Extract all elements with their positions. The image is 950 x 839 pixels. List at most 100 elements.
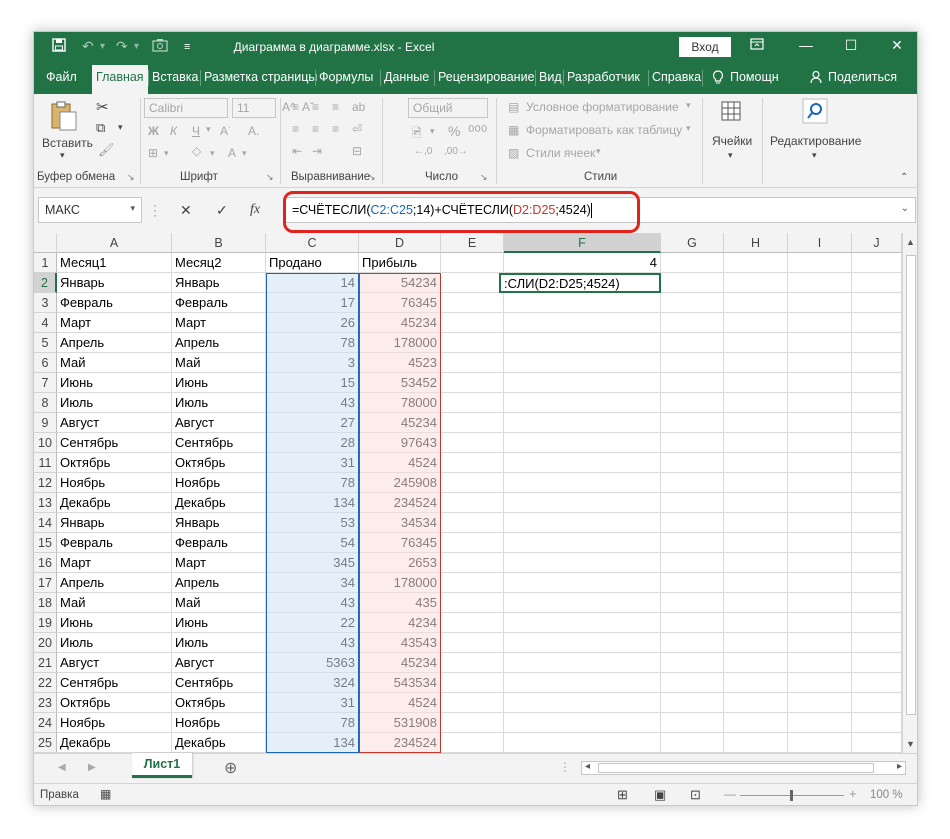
cell-b9[interactable]: Август [172, 413, 266, 433]
tab-view[interactable]: Вид [539, 70, 562, 84]
cell-j21[interactable] [852, 653, 902, 673]
cell-h4[interactable] [724, 313, 788, 333]
cell-c2[interactable]: 14 [266, 273, 359, 293]
cell-g4[interactable] [661, 313, 724, 333]
cell-i13[interactable] [788, 493, 852, 513]
font-name-select[interactable]: Calibri [144, 98, 228, 118]
row-header[interactable]: 21 [34, 653, 57, 673]
cell-h7[interactable] [724, 373, 788, 393]
new-sheet-icon[interactable]: ⊕ [224, 758, 237, 778]
cell-j13[interactable] [852, 493, 902, 513]
cell-h11[interactable] [724, 453, 788, 473]
tab-formulas[interactable]: Формулы [319, 70, 373, 84]
cell-i16[interactable] [788, 553, 852, 573]
cell-a9[interactable]: Август [57, 413, 172, 433]
cell-e19[interactable] [441, 613, 504, 633]
cell-h23[interactable] [724, 693, 788, 713]
cell-g14[interactable] [661, 513, 724, 533]
cell-b6[interactable]: Май [172, 353, 266, 373]
decrease-indent-icon[interactable]: ⇤ [292, 144, 302, 158]
column-header-a[interactable]: A [57, 233, 172, 253]
row-header[interactable]: 25 [34, 733, 57, 753]
cell-h9[interactable] [724, 413, 788, 433]
cell-e7[interactable] [441, 373, 504, 393]
row-header[interactable]: 22 [34, 673, 57, 693]
cell-i10[interactable] [788, 433, 852, 453]
cell-d1[interactable]: Прибыль [359, 253, 441, 273]
cell-i17[interactable] [788, 573, 852, 593]
cell-d2[interactable]: 54234 [359, 273, 441, 293]
row-header[interactable]: 4 [34, 313, 57, 333]
cell-i19[interactable] [788, 613, 852, 633]
cell-h25[interactable] [724, 733, 788, 753]
enter-icon[interactable]: ✓ [216, 202, 228, 219]
cell-i3[interactable] [788, 293, 852, 313]
cell-e4[interactable] [441, 313, 504, 333]
merge-center-icon[interactable]: ⊟ [352, 144, 362, 158]
row-header[interactable]: 20 [34, 633, 57, 653]
zoom-level[interactable]: 100 % [870, 789, 903, 801]
cell-i18[interactable] [788, 593, 852, 613]
cell-b25[interactable]: Декабрь [172, 733, 266, 753]
cell-e25[interactable] [441, 733, 504, 753]
cell-styles-button[interactable]: Стили ячеек [526, 146, 595, 160]
cell-c16[interactable]: 345 [266, 553, 359, 573]
cell-b22[interactable]: Сентябрь [172, 673, 266, 693]
format-table-icon[interactable]: ▦ [508, 123, 519, 137]
cell-d24[interactable]: 531908 [359, 713, 441, 733]
scroll-down-icon[interactable]: ▼ [906, 739, 915, 749]
cell-h12[interactable] [724, 473, 788, 493]
tab-data[interactable]: Данные [384, 70, 429, 84]
cell-h21[interactable] [724, 653, 788, 673]
cell-h19[interactable] [724, 613, 788, 633]
column-header-c[interactable]: C [266, 233, 359, 253]
cell-g9[interactable] [661, 413, 724, 433]
cell-j15[interactable] [852, 533, 902, 553]
cell-g19[interactable] [661, 613, 724, 633]
collapse-ribbon-icon[interactable]: ⌃ [900, 172, 908, 183]
cell-j3[interactable] [852, 293, 902, 313]
cell-j4[interactable] [852, 313, 902, 333]
accessibility-icon[interactable]: ▦ [100, 787, 111, 801]
cell-f24[interactable] [504, 713, 661, 733]
cell-g25[interactable] [661, 733, 724, 753]
cell-b3[interactable]: Февраль [172, 293, 266, 313]
cell-d20[interactable]: 43543 [359, 633, 441, 653]
cell-h2[interactable] [724, 273, 788, 293]
cell-f7[interactable] [504, 373, 661, 393]
zoom-slider-thumb[interactable] [790, 790, 793, 801]
cell-c13[interactable]: 134 [266, 493, 359, 513]
cell-e13[interactable] [441, 493, 504, 513]
currency-icon[interactable]: 🖻 [412, 124, 422, 145]
horizontal-scrollbar[interactable]: ◂ ▸ [581, 761, 906, 775]
cell-d19[interactable]: 4234 [359, 613, 441, 633]
cell-e15[interactable] [441, 533, 504, 553]
cell-h24[interactable] [724, 713, 788, 733]
cell-h3[interactable] [724, 293, 788, 313]
font-launcher-icon[interactable]: ↘ [266, 172, 274, 183]
align-bottom-icon[interactable]: ≡ [332, 100, 339, 114]
paste-dropdown-icon[interactable]: ▾ [60, 150, 65, 161]
share-icon[interactable] [810, 70, 824, 87]
select-all-corner[interactable] [34, 233, 57, 253]
row-header[interactable]: 8 [34, 393, 57, 413]
cell-d10[interactable]: 97643 [359, 433, 441, 453]
row-header[interactable]: 18 [34, 593, 57, 613]
cell-d25[interactable]: 234524 [359, 733, 441, 753]
percent-icon[interactable]: % [448, 123, 460, 139]
row-header[interactable]: 12 [34, 473, 57, 493]
tab-insert[interactable]: Вставка [152, 70, 198, 84]
cell-f22[interactable] [504, 673, 661, 693]
cell-g17[interactable] [661, 573, 724, 593]
cell-a22[interactable]: Сентябрь [57, 673, 172, 693]
cell-d4[interactable]: 45234 [359, 313, 441, 333]
cell-b20[interactable]: Июль [172, 633, 266, 653]
clipboard-launcher-icon[interactable]: ↘ [127, 172, 135, 183]
cell-e22[interactable] [441, 673, 504, 693]
cancel-icon[interactable]: ✕ [180, 202, 192, 219]
cell-h1[interactable] [724, 253, 788, 273]
cell-i7[interactable] [788, 373, 852, 393]
cell-a7[interactable]: Июнь [57, 373, 172, 393]
cell-g7[interactable] [661, 373, 724, 393]
cell-d22[interactable]: 543534 [359, 673, 441, 693]
